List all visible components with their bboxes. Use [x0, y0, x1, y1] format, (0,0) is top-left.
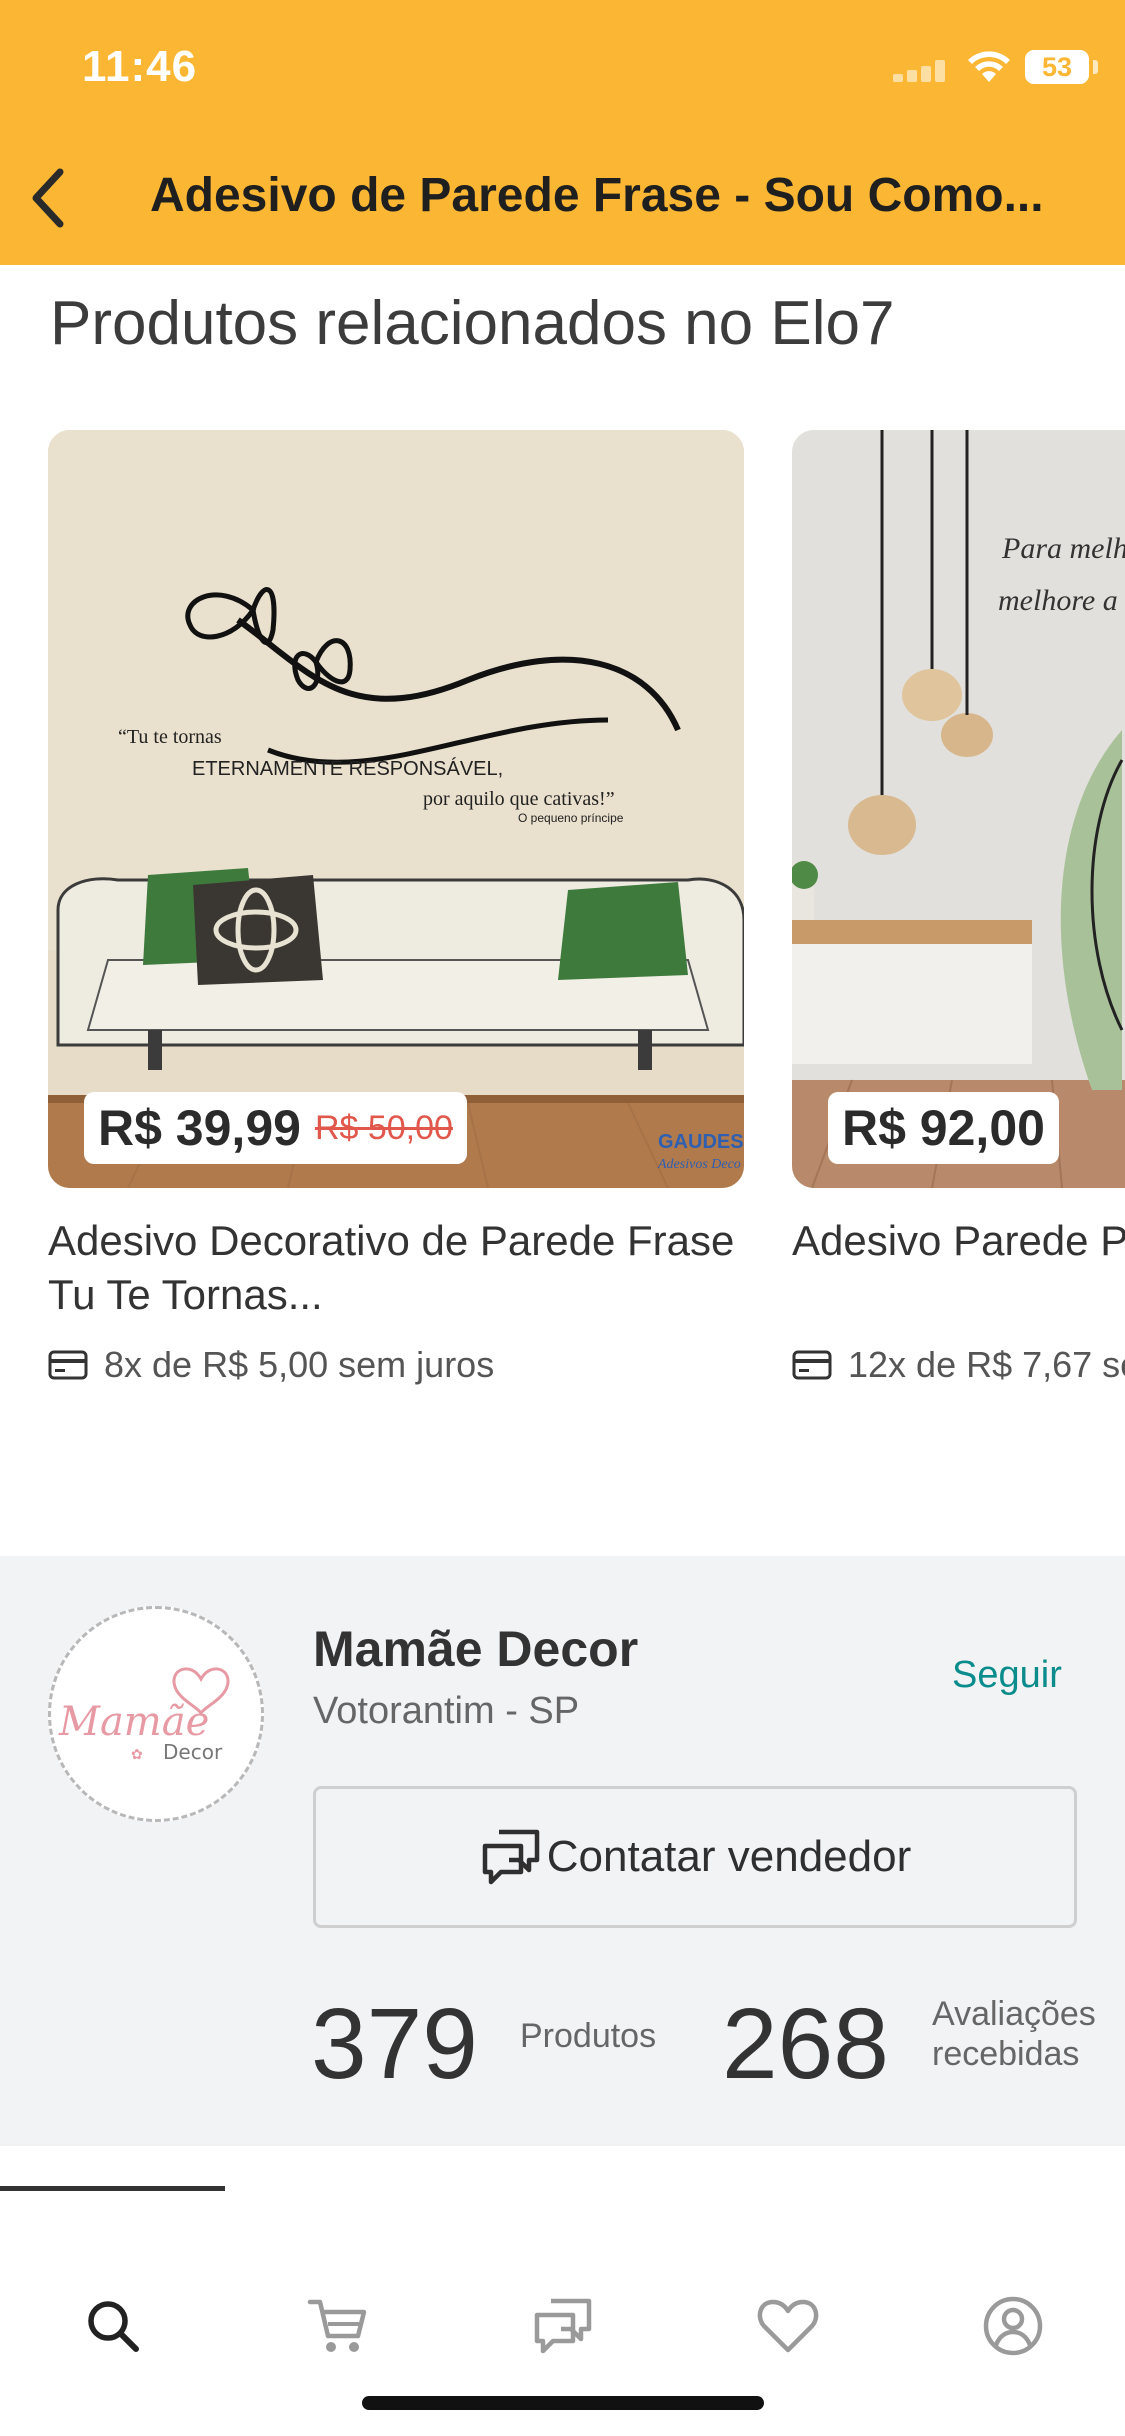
- chevron-left-icon: [32, 168, 64, 228]
- status-time: 11:46: [82, 42, 198, 91]
- tab-messages[interactable]: [450, 2276, 675, 2376]
- battery-level: 53: [1041, 52, 1073, 82]
- tab-favorites[interactable]: [675, 2276, 900, 2376]
- product-photo: Para melh melhore a q: [792, 430, 1125, 1188]
- product-image[interactable]: “Tu te tornas ETERNAMENTE RESPONSÁVEL, p…: [48, 430, 744, 1188]
- cart-icon: [307, 2299, 366, 2352]
- tab-profile[interactable]: [900, 2276, 1125, 2376]
- chat-icon: [482, 1829, 540, 1885]
- page-title: Adesivo de Parede Frase - Sou Como...: [150, 169, 1044, 222]
- installments-text: 12x de R$ 7,67 sem juros: [848, 1344, 1125, 1385]
- follow-button[interactable]: Seguir: [952, 1654, 1062, 1697]
- logo-text: Mamãe: [58, 1699, 209, 1745]
- seller-avatar[interactable]: Mamãe Decor ✿: [48, 1606, 264, 1822]
- installments-info: 8x de R$ 5,00 sem juros: [48, 1344, 744, 1386]
- status-icons: 53: [845, 46, 1125, 86]
- quote-line-1: “Tu te tornas: [118, 726, 222, 748]
- product-card[interactable]: “Tu te tornas ETERNAMENTE RESPONSÁVEL, p…: [48, 430, 744, 1386]
- home-indicator[interactable]: [362, 2396, 764, 2410]
- reviews-count: 268: [722, 1988, 889, 2100]
- watermark: GAUDESI: [658, 1131, 744, 1153]
- tab-search[interactable]: [0, 2276, 225, 2376]
- price-tag: R$ 39,99 R$ 50,00: [84, 1092, 467, 1164]
- tab-cart[interactable]: [225, 2276, 450, 2376]
- reviews-label-line2: recebidas: [932, 2035, 1080, 2073]
- seller-location: Votorantim - SP: [313, 1690, 580, 1732]
- quote-author: O pequeno príncipe: [518, 811, 624, 825]
- quote-line-3: por aquilo que cativas!”: [423, 788, 615, 810]
- product-title[interactable]: Adesivo Decorativo de Parede Frase Tu Te…: [48, 1214, 744, 1322]
- installments-text: 8x de R$ 5,00 sem juros: [104, 1344, 495, 1385]
- signal-icon: [893, 60, 947, 82]
- logo-sub: Decor: [163, 1740, 223, 1764]
- products-label: Produtos: [520, 2017, 657, 2055]
- watermark-sub: Adesivos Deco: [657, 1157, 741, 1172]
- product-image[interactable]: Para melh melhore a q R$ 92,00: [792, 430, 1125, 1188]
- reviews-label-line1: Avaliações: [932, 1995, 1096, 2033]
- chat-icon: [534, 2298, 591, 2354]
- product-title[interactable]: Adesivo Parede Psicologia Frase...: [792, 1214, 1125, 1322]
- product-old-price: R$ 50,00: [314, 1108, 453, 1147]
- contact-seller-label: Contatar vendedor: [546, 1832, 912, 1881]
- contact-seller-button[interactable]: Contatar vendedor: [313, 1786, 1077, 1928]
- seller-section: Mamãe Decor ✿ Mamãe Decor Votorantim - S…: [0, 1556, 1125, 2146]
- battery-icon: 53: [1025, 50, 1089, 84]
- price-tag: R$ 92,00: [828, 1092, 1059, 1164]
- related-products-title: Produtos relacionados no Elo7: [50, 289, 895, 358]
- seller-name[interactable]: Mamãe Decor: [313, 1620, 638, 1678]
- installments-info: 12x de R$ 7,67 sem juros: [792, 1344, 1125, 1386]
- search-icon: [87, 2301, 139, 2352]
- related-products-carousel[interactable]: “Tu te tornas ETERNAMENTE RESPONSÁVEL, p…: [0, 430, 1125, 1410]
- product-card[interactable]: Para melh melhore a q R$ 92,00 Adesivo P…: [792, 430, 1125, 1386]
- active-tab-indicator: [0, 2186, 225, 2191]
- svg-text:✿: ✿: [131, 1746, 143, 1762]
- back-button[interactable]: [18, 162, 78, 234]
- wifi-icon: [968, 51, 1010, 82]
- credit-card-icon: [48, 1350, 88, 1380]
- product-price: R$ 92,00: [842, 1100, 1045, 1156]
- quote-line-1: Para melh: [1001, 532, 1125, 565]
- products-count: 379: [311, 1988, 478, 2100]
- seller-logo: Mamãe Decor ✿: [58, 1667, 230, 1764]
- credit-card-icon: [792, 1350, 832, 1380]
- reviews-label: Avaliações recebidas: [932, 1994, 1096, 2074]
- product-price: R$ 39,99: [98, 1100, 301, 1156]
- app-header: 11:46 53 Adesivo de Parede Frase - Sou C…: [0, 0, 1125, 265]
- bottom-tab-bar: [0, 2146, 1125, 2436]
- heart-icon: [757, 2299, 818, 2353]
- profile-icon: [983, 2296, 1042, 2356]
- product-photo: “Tu te tornas ETERNAMENTE RESPONSÁVEL, p…: [48, 430, 744, 1188]
- quote-line-2: ETERNAMENTE RESPONSÁVEL,: [192, 757, 503, 780]
- quote-line-2: melhore a q: [998, 584, 1125, 617]
